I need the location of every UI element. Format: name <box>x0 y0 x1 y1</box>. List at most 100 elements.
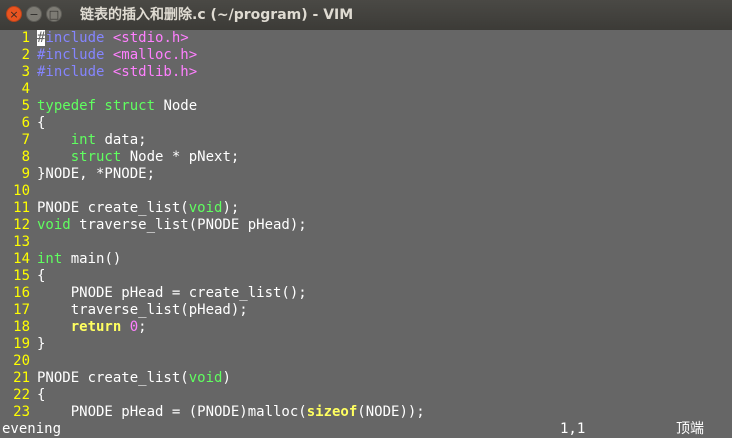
code-line[interactable]: 3 #include <stdlib.h> <box>0 64 732 81</box>
line-number: 23 <box>13 404 30 420</box>
code-line[interactable]: 2 #include <malloc.h> <box>0 47 732 64</box>
line-number: 10 <box>13 183 30 199</box>
code-token: 0 <box>129 319 139 335</box>
code-line[interactable]: 4 <box>0 81 732 98</box>
title-bar[interactable]: × − □ 链表的插入和删除.c (~/program) - VIM <box>0 0 732 30</box>
code-line[interactable]: 18 return 0; <box>0 319 732 336</box>
code-token: traverse_list(PNODE pHead); <box>70 217 307 233</box>
code-text: #include <stdio.h> <box>37 30 189 47</box>
code-token: PNODE create_list( <box>37 200 189 216</box>
window-title: 链表的插入和删除.c (~/program) - VIM <box>80 7 354 23</box>
window-controls: × − □ <box>6 6 62 22</box>
code-line[interactable]: 11 PNODE create_list(void); <box>0 200 732 217</box>
code-line[interactable]: 23 PNODE pHead = (PNODE)malloc(sizeof(NO… <box>0 404 732 420</box>
code-token: PNODE pHead = (PNODE)malloc( <box>37 404 307 420</box>
line-number: 5 <box>21 98 30 114</box>
line-number: 21 <box>13 370 30 386</box>
line-number: 11 <box>13 200 30 216</box>
line-number: 19 <box>13 336 30 352</box>
maximize-button[interactable]: □ <box>46 6 62 22</box>
line-number: 16 <box>13 285 30 301</box>
code-token: data; <box>96 132 147 148</box>
editor-buffer[interactable]: 1 #include <stdio.h> 2 #include <malloc.h> 3… <box>0 30 732 420</box>
code-text: PNODE create_list(void) <box>37 370 231 387</box>
code-text: typedef struct Node <box>37 98 197 115</box>
code-line[interactable]: 17 traverse_list(pHead); <box>0 302 732 319</box>
code-text: PNODE pHead = create_list(); <box>37 285 307 302</box>
code-token: #include <box>37 64 113 80</box>
line-number: 8 <box>21 149 30 165</box>
code-line[interactable]: 15 { <box>0 268 732 285</box>
code-line[interactable]: 5 typedef struct Node <box>0 98 732 115</box>
line-number: 1 <box>21 30 30 46</box>
code-text: int data; <box>37 132 147 149</box>
code-token: struct <box>70 149 122 165</box>
code-token: { <box>37 387 46 403</box>
code-token: }NODE, *PNODE; <box>37 166 156 182</box>
code-token: return <box>70 319 122 335</box>
code-text: }NODE, *PNODE; <box>37 166 155 183</box>
code-text: { <box>37 115 45 132</box>
code-line[interactable]: 9 }NODE, *PNODE; <box>0 166 732 183</box>
code-token: PNODE create_list( <box>37 370 189 386</box>
code-token: traverse_list(pHead); <box>37 302 248 318</box>
code-text: PNODE pHead = (PNODE)malloc(sizeof(NODE)… <box>37 404 425 420</box>
code-line[interactable]: 20 <box>0 353 732 370</box>
code-token: PNODE pHead = create_list(); <box>37 285 307 301</box>
code-token: ); <box>222 200 240 216</box>
code-text: { <box>37 387 45 404</box>
code-token: } <box>37 336 46 352</box>
code-token: int <box>37 251 63 267</box>
code-text: #include <malloc.h> <box>37 47 197 64</box>
code-line[interactable]: 7 int data; <box>0 132 732 149</box>
code-line[interactable]: 19} <box>0 336 732 353</box>
code-token: sizeof <box>306 404 358 420</box>
code-line[interactable]: 6{ <box>0 115 732 132</box>
code-text: return 0; <box>37 319 147 336</box>
close-button[interactable]: × <box>6 6 22 22</box>
code-token: (NODE)); <box>357 404 425 420</box>
line-number: 14 <box>13 251 30 267</box>
code-line[interactable]: 16 PNODE pHead = create_list(); <box>0 285 732 302</box>
code-token: ) <box>222 370 231 386</box>
line-number: 6 <box>21 115 30 131</box>
code-line[interactable]: 12 void traverse_list(PNODE pHead); <box>0 217 732 234</box>
line-number: 20 <box>13 353 30 369</box>
line-number: 9 <box>21 166 30 182</box>
code-token: Node <box>155 98 198 114</box>
line-number: 7 <box>21 132 30 148</box>
colorscheme-message: evening <box>2 421 62 437</box>
code-token: void <box>188 200 223 216</box>
line-number: 12 <box>13 217 30 233</box>
line-number: 18 <box>13 319 30 335</box>
code-token: { <box>37 115 46 131</box>
code-line[interactable]: 14 int main() <box>0 251 732 268</box>
code-text: PNODE create_list(void); <box>37 200 239 217</box>
line-number: 15 <box>13 268 30 284</box>
line-number: 4 <box>21 81 30 97</box>
line-number: 2 <box>21 47 30 63</box>
code-token: ; <box>138 319 147 335</box>
code-token: int <box>70 132 97 148</box>
code-text: struct Node * pNext; <box>37 149 240 166</box>
line-number: 22 <box>13 387 30 403</box>
command-line[interactable]: evening 1,1 顶端 <box>0 420 732 438</box>
line-number: 17 <box>13 302 30 318</box>
code-line[interactable]: 1 #include <stdio.h> <box>0 30 732 47</box>
code-token: main() <box>62 251 122 267</box>
code-line[interactable]: 21 PNODE create_list(void) <box>0 370 732 387</box>
code-text: { <box>37 268 45 285</box>
code-line[interactable]: 10 <box>0 183 732 200</box>
minimize-button[interactable]: − <box>26 6 42 22</box>
code-token: #include <box>37 47 113 63</box>
code-line[interactable]: 8 struct Node * pNext; <box>0 149 732 166</box>
code-token: <malloc.h> <box>112 47 198 63</box>
code-text: void traverse_list(PNODE pHead); <box>37 217 307 234</box>
code-line[interactable]: 13 <box>0 234 732 251</box>
code-token: <stdlib.h> <box>112 64 198 80</box>
code-text: #include <stdlib.h> <box>37 64 197 81</box>
code-line[interactable]: 22 { <box>0 387 732 404</box>
code-text: traverse_list(pHead); <box>37 302 248 319</box>
